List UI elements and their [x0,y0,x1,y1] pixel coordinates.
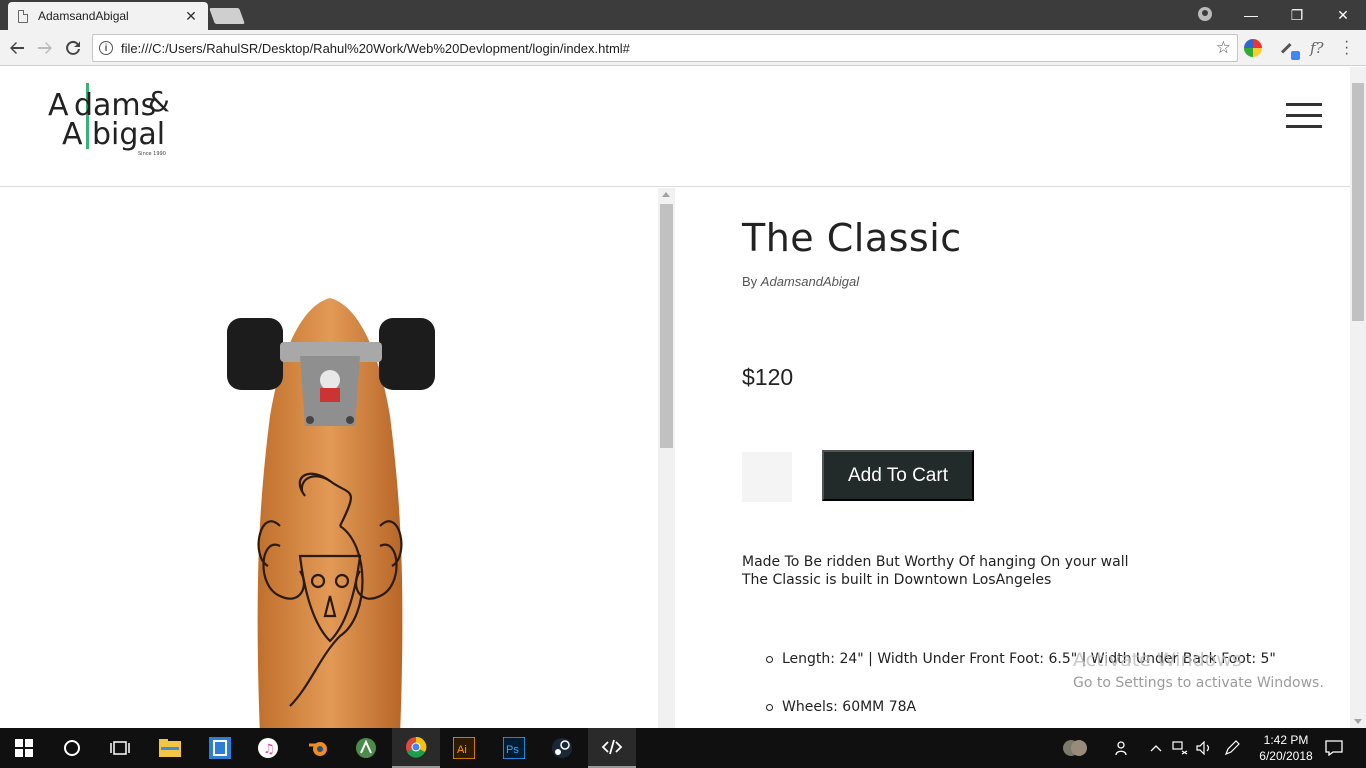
windows-start-icon[interactable] [0,728,48,768]
clock-time: 1:42 PM [1263,733,1309,747]
profile-icon[interactable] [1198,7,1212,21]
cortana-search-icon[interactable] [48,728,96,768]
network-icon[interactable] [1170,738,1190,758]
svg-text:♫: ♫ [263,742,275,757]
bookmark-star-icon[interactable]: ☆ [1216,38,1231,58]
code-editor-icon[interactable] [588,728,636,768]
browser-menu-icon[interactable]: · · · [1344,34,1349,62]
system-clock[interactable]: 1:42 PM 6/20/2018 [1254,732,1318,764]
blender-icon[interactable] [294,728,342,768]
byline-brand: AdamsandAbigal [760,274,860,289]
watermark-line-2: Go to Settings to activate Windows. [1073,675,1324,691]
restore-button[interactable]: ❐ [1274,0,1320,30]
eyedropper-extension-icon[interactable] [1280,39,1300,60]
back-icon[interactable] [6,37,28,59]
activate-windows-watermark: Activate Windows Go to Settings to activ… [1073,649,1324,691]
svg-text:bigal: bigal [92,117,165,152]
description-line-2: The Classic is built in Downtown LosAnge… [742,572,1052,588]
skateboard-image [220,296,440,728]
page-icon [18,9,28,23]
reload-icon[interactable] [62,37,84,59]
site-header: A dams & A bigal Since 1990 [0,67,1350,187]
new-tab-button[interactable] [209,8,245,24]
site-logo[interactable]: A dams & A bigal Since 1990 [48,79,178,161]
spec-item: Wheels: 60MM 78A [766,698,1276,728]
notifications-icon[interactable] [1324,738,1344,758]
quantity-input[interactable] [742,452,792,502]
tab-close-icon[interactable]: ✕ [184,8,198,25]
volume-icon[interactable] [1194,738,1214,758]
photoshop-icon[interactable]: Ps [490,728,538,768]
page-scrollbar[interactable] [1350,67,1366,728]
product-title: The Classic [742,216,962,260]
product-price: $120 [742,364,794,390]
browser-titlebar: AdamsandAbigal ✕ — ❐ ✕ [0,0,1366,30]
web-page: A dams & A bigal Since 1990 The Classic … [0,67,1366,728]
browser-toolbar: i file:///C:/Users/RahulSR/Desktop/Rahul… [0,30,1366,66]
task-view-icon[interactable] [96,728,144,768]
people-avatar-icon[interactable] [1062,738,1088,758]
file-explorer-icon[interactable] [146,728,194,768]
close-window-button[interactable]: ✕ [1320,0,1366,30]
steam-icon[interactable] [538,728,586,768]
logo-subtitle: Since 1990 [138,151,166,157]
product-image-pane [0,188,675,728]
windows-taskbar: ♫ Ai Ps 1:42 PM 6/20/2018 [0,728,1366,768]
product-byline: By AdamsandAbigal [742,274,859,289]
color-extension-icon[interactable] [1244,39,1262,57]
svg-text:&: & [148,85,170,118]
pen-icon[interactable] [1222,738,1242,758]
image-pane-scrollbar[interactable] [658,188,675,728]
product-description: Made To Be ridden But Worthy Of hanging … [742,553,1128,589]
forward-icon[interactable] [34,37,56,59]
address-bar[interactable]: i file:///C:/Users/RahulSR/Desktop/Rahul… [92,34,1238,62]
hamburger-menu-icon[interactable] [1286,103,1322,129]
store-app-icon[interactable] [196,728,244,768]
svg-text:Ai: Ai [457,744,467,756]
chrome-icon[interactable] [392,728,440,768]
tab-title: AdamsandAbigal [38,9,129,23]
add-to-cart-button[interactable]: Add To Cart [822,450,974,501]
android-studio-icon[interactable] [342,728,390,768]
chevron-up-icon[interactable] [1146,738,1166,758]
illustrator-icon[interactable]: Ai [440,728,488,768]
itunes-icon[interactable]: ♫ [244,728,292,768]
minimize-button[interactable]: — [1228,0,1274,30]
svg-text:A: A [62,117,83,152]
browser-tab[interactable]: AdamsandAbigal ✕ [8,2,208,30]
people-icon[interactable] [1112,738,1132,758]
url-text: file:///C:/Users/RahulSR/Desktop/Rahul%2… [121,40,630,56]
watermark-line-1: Activate Windows [1073,649,1242,671]
clock-date: 6/20/2018 [1259,749,1313,763]
svg-text:Ps: Ps [506,744,519,756]
byline-prefix: By [742,274,758,289]
description-line-1: Made To Be ridden But Worthy Of hanging … [742,554,1129,570]
font-extension-icon[interactable]: f? [1310,39,1328,57]
info-icon[interactable]: i [99,41,113,55]
